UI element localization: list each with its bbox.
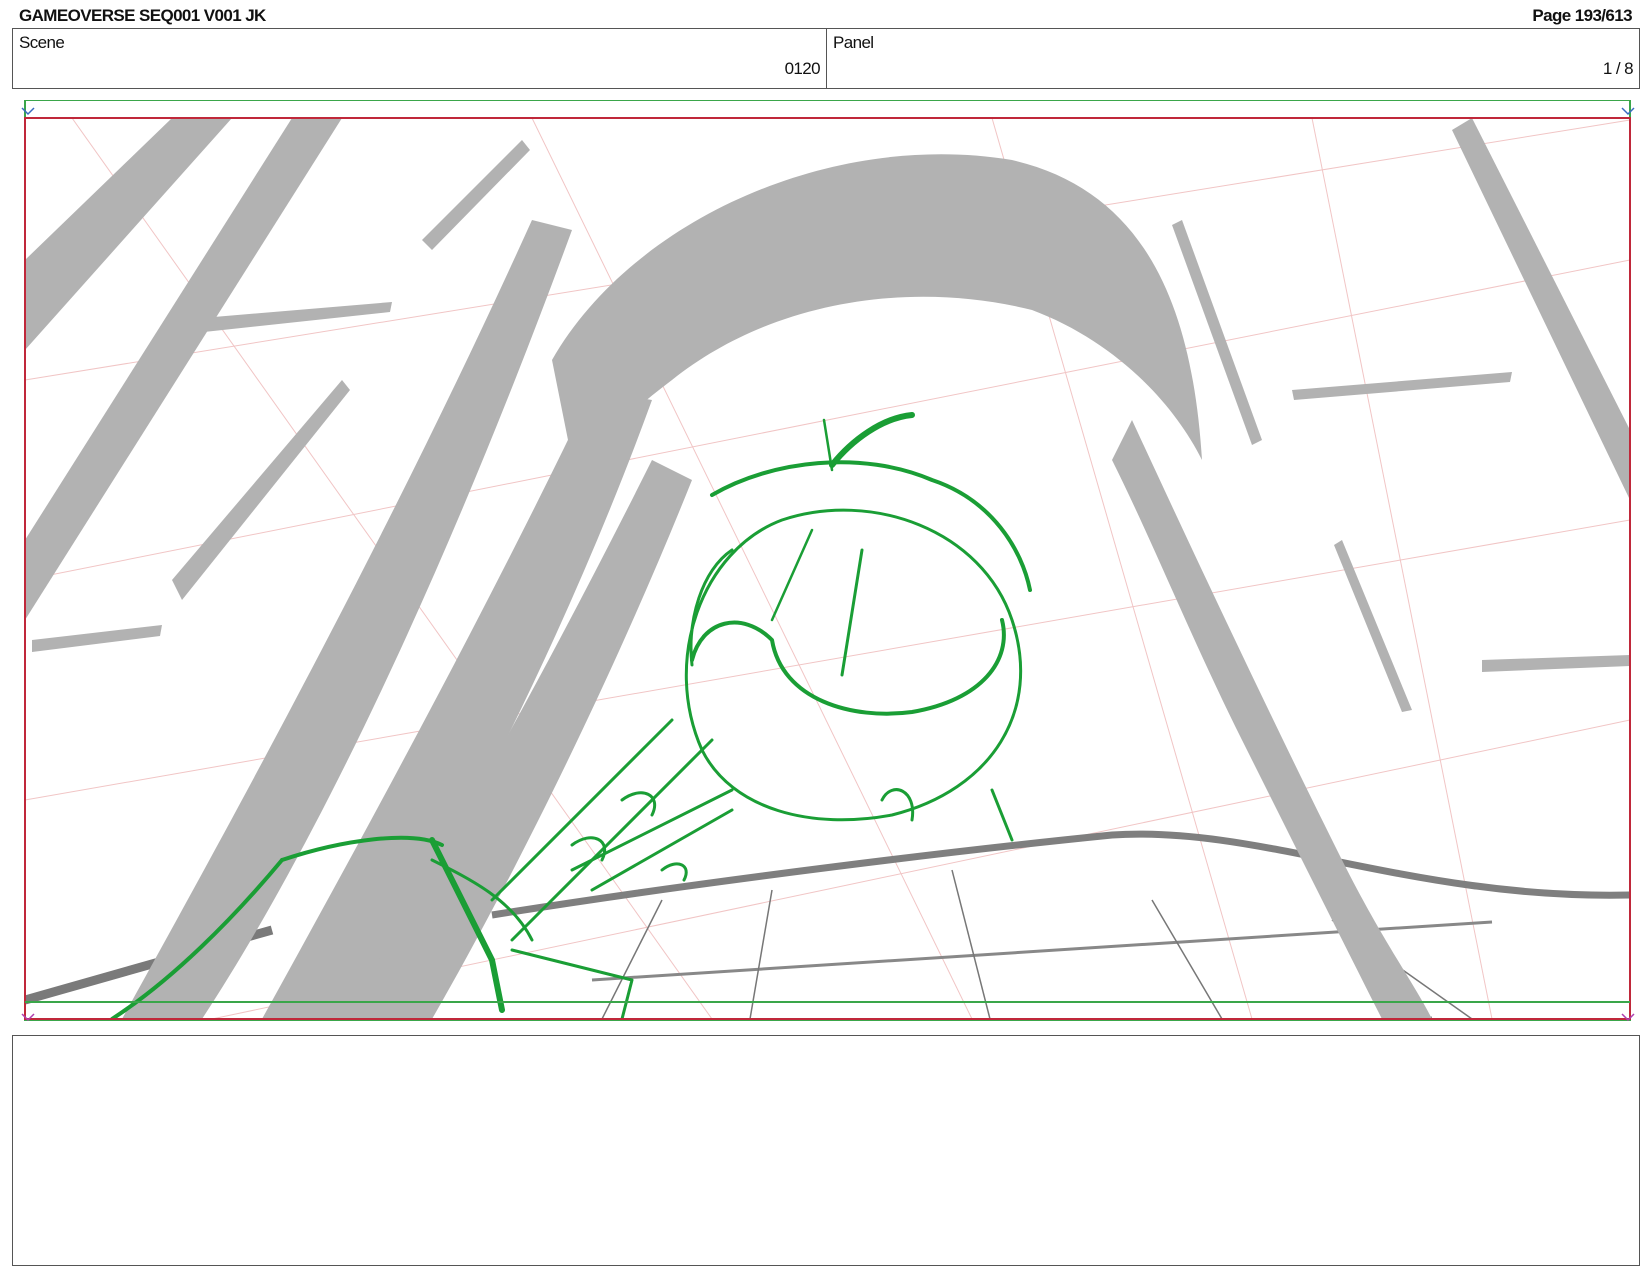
notes-box [12, 1035, 1640, 1266]
storyboard-sketch [21, 100, 1635, 1022]
scene-label: Scene [19, 33, 65, 52]
document-title: GAMEOVERSE SEQ001 V001 JK [19, 6, 266, 25]
corner-marker-icon [1621, 107, 1635, 116]
scene-number: 0120 [784, 59, 821, 78]
storyboard-frame [12, 100, 1640, 1024]
scene-panel-info: Scene 0120 Panel 1 / 8 [12, 28, 1640, 89]
background-shapes [25, 118, 1630, 1019]
sketch-artwork [25, 118, 1630, 1019]
corner-marker-icon [21, 107, 35, 116]
scene-cell: Scene 0120 [13, 29, 827, 88]
panel-label: Panel [833, 33, 874, 52]
page-number: Page 193/613 [1532, 6, 1632, 25]
panel-number: 1 / 8 [1602, 59, 1634, 78]
panel-cell: Panel 1 / 8 [827, 29, 1639, 88]
